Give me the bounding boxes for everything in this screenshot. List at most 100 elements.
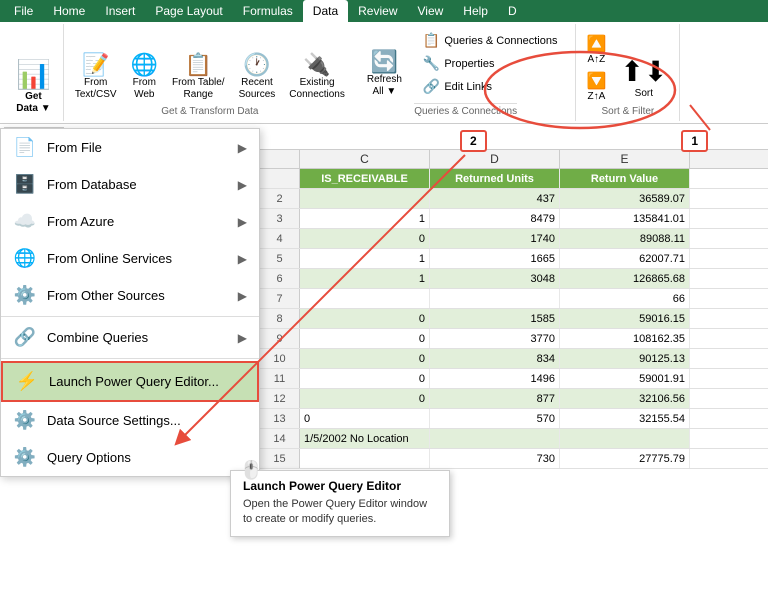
cell-d3[interactable]: 8479: [430, 209, 560, 228]
existing-connections-button[interactable]: 🔌 ExistingConnections: [284, 51, 350, 104]
cell-d2[interactable]: 437: [430, 189, 560, 208]
cell-d10[interactable]: 834: [430, 349, 560, 368]
sort-za-button[interactable]: 🔽 Z↑A: [582, 69, 610, 104]
cell-c12[interactable]: 0: [300, 389, 430, 408]
cell-header-c[interactable]: IS_RECEIVABLE: [300, 169, 430, 188]
from-other-sources-label: From Other Sources: [47, 288, 228, 303]
cell-e4[interactable]: 89088.11: [560, 229, 690, 248]
sort-main-button[interactable]: ⬆⬇ Sort: [614, 54, 673, 104]
tab-formulas[interactable]: Formulas: [233, 0, 303, 22]
menu-item-from-database[interactable]: 🗄️ From Database ▶: [1, 166, 259, 203]
tab-home[interactable]: Home: [43, 0, 95, 22]
cell-header-e[interactable]: Return Value: [560, 169, 690, 188]
from-web-label: FromWeb: [133, 77, 156, 101]
from-file-arrow: ▶: [238, 141, 247, 155]
sort-az-label: A↑Z: [588, 54, 606, 65]
menu-item-query-options[interactable]: ⚙️ Query Options: [1, 439, 259, 476]
queries-connections-button[interactable]: 📋 Queries & Connections: [419, 30, 562, 51]
cell-c9[interactable]: 0: [300, 329, 430, 348]
menu-item-combine-queries[interactable]: 🔗 Combine Queries ▶: [1, 319, 259, 356]
menu-item-from-file[interactable]: 📄 From File ▶: [1, 129, 259, 166]
from-table-button[interactable]: 📋 From Table/Range: [167, 51, 230, 104]
cell-e13[interactable]: [560, 429, 690, 448]
cell-e10[interactable]: 90125.13: [560, 349, 690, 368]
cell-c14[interactable]: 0: [300, 409, 430, 428]
cell-d9[interactable]: 3770: [430, 329, 560, 348]
edit-links-button[interactable]: 🔗 Edit Links: [419, 76, 562, 97]
cell-c6[interactable]: 1: [300, 269, 430, 288]
tab-page-layout[interactable]: Page Layout: [145, 0, 232, 22]
from-text-button[interactable]: 📝 FromText/CSV: [70, 51, 122, 104]
cell-d4[interactable]: 1740: [430, 229, 560, 248]
sort-filter-label: Sort & Filter: [601, 106, 654, 119]
cell-e5[interactable]: 62007.71: [560, 249, 690, 268]
cell-c3[interactable]: 1: [300, 209, 430, 228]
cell-c11[interactable]: 0: [300, 369, 430, 388]
cell-d12[interactable]: 877: [430, 389, 560, 408]
cell-c7[interactable]: [300, 289, 430, 308]
recent-sources-button[interactable]: 🕐 RecentSources: [234, 51, 281, 104]
cell-c5[interactable]: 1: [300, 249, 430, 268]
combine-queries-label: Combine Queries: [47, 330, 228, 345]
cell-d7[interactable]: [430, 289, 560, 308]
cell-d13[interactable]: [430, 429, 560, 448]
cell-d14[interactable]: 570: [430, 409, 560, 428]
refresh-all-button[interactable]: 🔄 RefreshAll ▼: [362, 48, 407, 101]
menu-item-data-source-settings[interactable]: ⚙️ Data Source Settings...: [1, 402, 259, 439]
menu-item-launch-pqe[interactable]: ⚡ Launch Power Query Editor...: [1, 361, 259, 402]
cell-e8[interactable]: 59016.15: [560, 309, 690, 328]
tab-data[interactable]: Data: [303, 0, 348, 22]
cell-e15[interactable]: 27775.79: [560, 449, 690, 468]
cell-e11[interactable]: 59001.91: [560, 369, 690, 388]
cell-d15[interactable]: 730: [430, 449, 560, 468]
tab-view[interactable]: View: [408, 0, 454, 22]
get-data-icon: 📊: [16, 61, 51, 89]
menu-divider-2: [1, 358, 259, 359]
cell-d6[interactable]: 3048: [430, 269, 560, 288]
cell-c13[interactable]: 1/5/2002 No Location: [300, 429, 430, 448]
cell-e7[interactable]: 66: [560, 289, 690, 308]
row-number: 7: [260, 289, 300, 308]
sort-az-button[interactable]: 🔼 A↑Z: [582, 32, 610, 67]
table-row: 11 0 1496 59001.91: [260, 369, 768, 389]
cell-c15[interactable]: [300, 449, 430, 468]
cell-e2[interactable]: 36589.07: [560, 189, 690, 208]
row-number: 5: [260, 249, 300, 268]
menu-item-from-online-services[interactable]: 🌐 From Online Services ▶: [1, 240, 259, 277]
spreadsheet: C D E IS_RECEIVABLE Returned Units Retur…: [260, 150, 768, 469]
existing-connections-label: ExistingConnections: [289, 77, 345, 101]
tooltip-title: Launch Power Query Editor: [243, 479, 437, 493]
queries-connections-label: Queries & Connections: [444, 35, 557, 47]
tab-review[interactable]: Review: [348, 0, 407, 22]
tab-file[interactable]: File: [4, 0, 43, 22]
cell-c8[interactable]: 0: [300, 309, 430, 328]
tab-d[interactable]: D: [498, 0, 527, 22]
from-text-group: 📝 FromText/CSV 🌐 FromWeb 📋 From Table/Ra…: [64, 24, 356, 121]
menu-item-from-azure[interactable]: ☁️ From Azure ▶: [1, 203, 259, 240]
ribbon-content: 📊 GetData ▼ 📝 FromText/CSV 🌐 FromWeb 📋 F…: [0, 22, 768, 124]
cell-header-d[interactable]: Returned Units: [430, 169, 560, 188]
cell-c10[interactable]: 0: [300, 349, 430, 368]
tab-insert[interactable]: Insert: [95, 0, 145, 22]
launch-pqe-icon: ⚡: [15, 371, 39, 392]
cell-d5[interactable]: 1665: [430, 249, 560, 268]
cell-c4[interactable]: 0: [300, 229, 430, 248]
cell-e14[interactable]: 32155.54: [560, 409, 690, 428]
cell-c2[interactable]: [300, 189, 430, 208]
from-online-services-label: From Online Services: [47, 251, 228, 266]
cell-d11[interactable]: 1496: [430, 369, 560, 388]
from-azure-icon: ☁️: [13, 211, 37, 232]
cell-e12[interactable]: 32106.56: [560, 389, 690, 408]
from-web-button[interactable]: 🌐 FromWeb: [126, 51, 163, 104]
properties-label: Properties: [444, 58, 494, 70]
cell-e9[interactable]: 108162.35: [560, 329, 690, 348]
get-data-button[interactable]: 📊 GetData ▼: [10, 57, 57, 119]
table-row: 9 0 3770 108162.35: [260, 329, 768, 349]
cell-e3[interactable]: 135841.01: [560, 209, 690, 228]
tab-help[interactable]: Help: [453, 0, 498, 22]
menu-item-from-other-sources[interactable]: ⚙️ From Other Sources ▶: [1, 277, 259, 314]
cell-d8[interactable]: 1585: [430, 309, 560, 328]
properties-button[interactable]: 🔧 Properties: [419, 53, 562, 74]
cell-e6[interactable]: 126865.68: [560, 269, 690, 288]
row-number: 6: [260, 269, 300, 288]
